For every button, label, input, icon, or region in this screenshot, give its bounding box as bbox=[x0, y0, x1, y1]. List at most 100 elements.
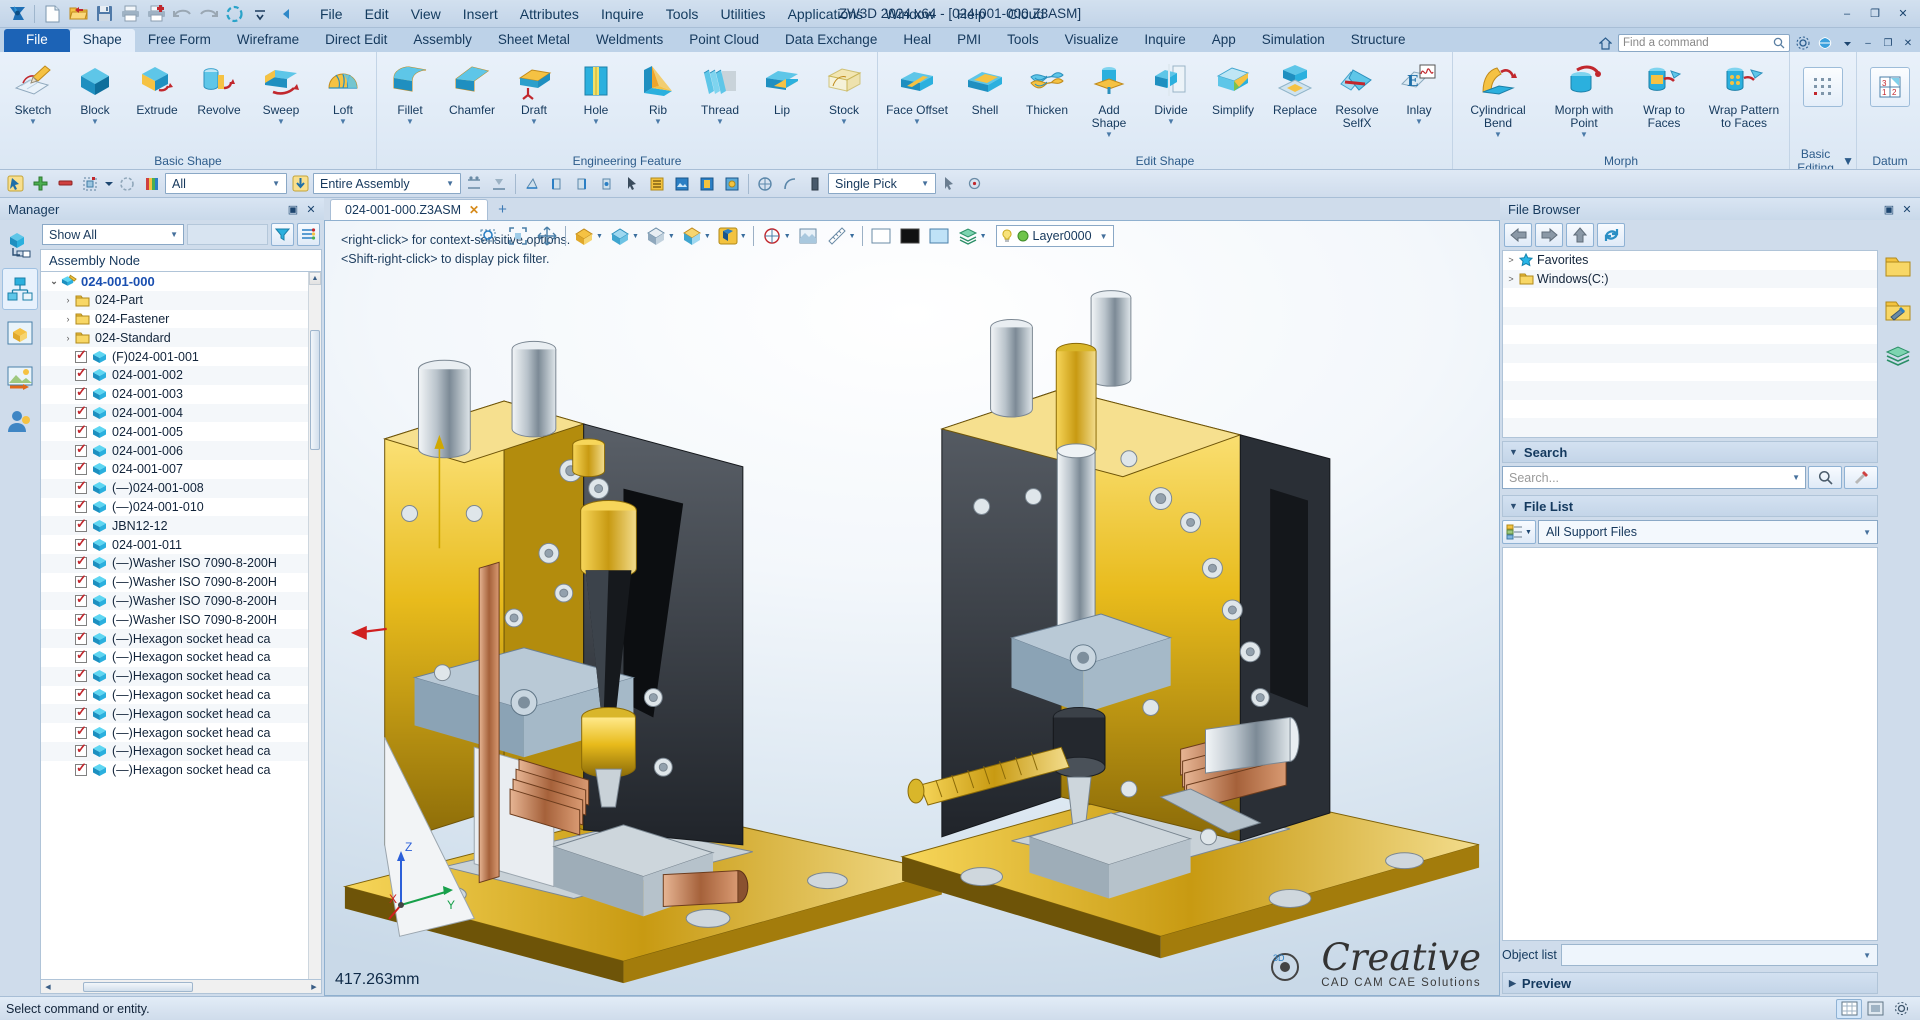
cad-model-render[interactable] bbox=[325, 221, 1499, 995]
assembly-tree-part-node[interactable]: (—)Hexagon socket head ca bbox=[41, 666, 321, 686]
tree-hscroll-trough[interactable] bbox=[55, 981, 307, 993]
assembly-tree-part-node[interactable]: 024-001-004 bbox=[41, 403, 321, 423]
extrude-button[interactable]: Extrude bbox=[126, 57, 188, 118]
file-list-section-expander-icon[interactable]: ▼ bbox=[1509, 501, 1518, 511]
manager-close-button[interactable]: ✕ bbox=[302, 201, 320, 217]
tree-visibility-checkbox[interactable] bbox=[75, 724, 87, 739]
tree-visibility-checkbox[interactable] bbox=[75, 404, 87, 419]
tab-inquire[interactable]: Inquire bbox=[1131, 29, 1198, 52]
add-shape-dropdown-icon[interactable]: ▼ bbox=[1105, 131, 1113, 139]
hole-button[interactable]: Hole ▼ bbox=[565, 57, 627, 127]
tab-pmi[interactable]: PMI bbox=[944, 29, 994, 52]
tree-filter-combo[interactable]: Show All ▼ bbox=[42, 224, 184, 245]
tab-app[interactable]: App bbox=[1199, 29, 1249, 52]
align-top-icon[interactable] bbox=[462, 172, 486, 196]
basic-editing-dropdown-icon[interactable]: ▼ bbox=[1842, 154, 1854, 168]
file-search-history-dropdown-icon[interactable]: ▼ bbox=[1792, 473, 1803, 482]
document-tab-close-icon[interactable]: ✕ bbox=[469, 203, 479, 217]
remove-selection-icon[interactable] bbox=[53, 172, 77, 196]
assembly-tree-part-node[interactable]: (—)024-001-010 bbox=[41, 498, 321, 517]
basic-editing-button[interactable] bbox=[1792, 57, 1854, 107]
pick-face-icon[interactable] bbox=[520, 172, 544, 196]
zoom-window-icon[interactable] bbox=[475, 223, 503, 249]
filter-color-icon[interactable] bbox=[140, 172, 164, 196]
tab-simulation[interactable]: Simulation bbox=[1249, 29, 1338, 52]
assembly-tree-part-node[interactable]: JBN12-12 bbox=[41, 516, 321, 536]
tree-visibility-checkbox[interactable] bbox=[75, 686, 87, 701]
tree-visibility-checkbox[interactable] bbox=[75, 592, 87, 607]
sweep-button[interactable]: Sweep ▼ bbox=[250, 57, 312, 127]
preview-section-header[interactable]: ▶ Preview bbox=[1502, 972, 1878, 994]
assembly-tree-part-node[interactable]: (—)Washer ISO 7090-8-200H bbox=[41, 610, 321, 629]
face-offset-dropdown-icon[interactable]: ▼ bbox=[913, 118, 921, 126]
tree-visibility-checkbox[interactable] bbox=[75, 648, 87, 664]
tree-vertical-scrollbar[interactable]: ▲ bbox=[308, 272, 321, 979]
print-add-icon[interactable] bbox=[143, 2, 169, 26]
assembly-tree-part-node[interactable]: (—)Washer ISO 7090-8-200H bbox=[41, 553, 321, 573]
zoom-all-icon[interactable] bbox=[504, 223, 532, 249]
pick-component-icon[interactable] bbox=[720, 172, 744, 196]
point-snap-icon[interactable] bbox=[962, 172, 986, 196]
visual-manager-tab[interactable] bbox=[2, 356, 38, 398]
assembly-tree-root-node[interactable]: ⌄ 024-001-000 bbox=[41, 272, 321, 291]
tree-options-icon[interactable] bbox=[297, 223, 320, 246]
folder-browser-tab[interactable] bbox=[1880, 246, 1916, 288]
divide-dropdown-icon[interactable]: ▼ bbox=[1167, 118, 1175, 126]
divide-button[interactable]: Divide ▼ bbox=[1140, 57, 1202, 127]
file-type-dropdown-icon[interactable]: ▼ bbox=[1525, 529, 1532, 536]
regen-icon[interactable] bbox=[221, 2, 247, 26]
tree-visibility-checkbox[interactable] bbox=[75, 460, 87, 476]
tree-scroll-up-button[interactable]: ▲ bbox=[309, 272, 321, 285]
color-swatch-white-icon[interactable] bbox=[867, 223, 895, 249]
tree-expander-icon[interactable]: › bbox=[61, 333, 75, 343]
thicken-button[interactable]: Thicken bbox=[1016, 57, 1078, 118]
snap-toggle-icon[interactable] bbox=[1862, 999, 1888, 1019]
assembly-tree-part-node[interactable]: 024-001-002 bbox=[41, 365, 321, 385]
settings-gear-icon[interactable] bbox=[1794, 34, 1812, 52]
assembly-tree-part-node[interactable]: 024-001-003 bbox=[41, 385, 321, 404]
quick-access-dropdown-icon[interactable] bbox=[247, 2, 273, 26]
tree-visibility-checkbox[interactable] bbox=[75, 517, 87, 532]
funnel-icon[interactable] bbox=[271, 223, 294, 246]
assembly-tree-part-node[interactable]: 024-001-007 bbox=[41, 460, 321, 479]
measure-icon[interactable] bbox=[823, 223, 851, 249]
visibility-icon[interactable] bbox=[758, 223, 786, 249]
pick-edge-icon[interactable] bbox=[545, 172, 569, 196]
file-list-section-header[interactable]: ▼ File List bbox=[1502, 495, 1878, 517]
rib-button[interactable]: Rib ▼ bbox=[627, 57, 689, 127]
collapse-ribbon-icon[interactable] bbox=[273, 2, 299, 26]
3d-viewport[interactable]: ▼ ▼ ▼ ▼ ▼ ▼ ▼ ▼ Layer0000 ▼ <right-click… bbox=[324, 220, 1500, 996]
nav-refresh-button[interactable] bbox=[1597, 223, 1625, 247]
select-all-dropdown-icon[interactable] bbox=[103, 172, 114, 196]
menu-item-help[interactable]: Help bbox=[946, 3, 997, 25]
open-file-icon[interactable] bbox=[65, 2, 91, 26]
menu-item-utilities[interactable]: Utilities bbox=[709, 3, 776, 25]
render-mode-dropdown-icon[interactable]: ▼ bbox=[704, 233, 711, 240]
layers-tab[interactable] bbox=[1880, 334, 1916, 376]
menu-item-window[interactable]: Window bbox=[874, 3, 946, 25]
pick-circle-icon[interactable] bbox=[753, 172, 777, 196]
inlay-dropdown-icon[interactable]: ▼ bbox=[1415, 118, 1423, 126]
assembly-tree-part-node[interactable]: 024-001-011 bbox=[41, 535, 321, 554]
new-document-tab-button[interactable]: + bbox=[488, 199, 517, 220]
file-list[interactable] bbox=[1502, 547, 1878, 941]
print-icon[interactable] bbox=[117, 2, 143, 26]
history-manager-tab[interactable] bbox=[2, 224, 38, 266]
loft-button[interactable]: Loft ▼ bbox=[312, 57, 374, 127]
tree-visibility-checkbox[interactable] bbox=[75, 573, 87, 589]
zw3d-logo-icon[interactable] bbox=[4, 2, 30, 26]
favorites-expander-icon[interactable]: > bbox=[1503, 255, 1519, 265]
block-dropdown-icon[interactable]: ▼ bbox=[91, 118, 99, 126]
group-label-basic-editing[interactable]: Basic Editing ▼ bbox=[1792, 147, 1854, 170]
wrap-pattern-to-faces-button[interactable]: Wrap Pattern to Faces bbox=[1701, 57, 1787, 131]
deselect-icon[interactable] bbox=[115, 172, 139, 196]
tree-hscroll-left-button[interactable]: ◀ bbox=[41, 983, 55, 991]
recent-files-tab[interactable] bbox=[1880, 290, 1916, 332]
shading-mode-icon[interactable] bbox=[642, 223, 670, 249]
morph-with-point-dropdown-icon[interactable]: ▼ bbox=[1580, 131, 1588, 139]
sweep-dropdown-icon[interactable]: ▼ bbox=[277, 118, 285, 126]
search-section-expander-icon[interactable]: ▼ bbox=[1509, 447, 1518, 457]
pick-solid-icon[interactable] bbox=[803, 172, 827, 196]
stock-dropdown-icon[interactable]: ▼ bbox=[840, 118, 848, 126]
align-bottom-icon[interactable] bbox=[487, 172, 511, 196]
